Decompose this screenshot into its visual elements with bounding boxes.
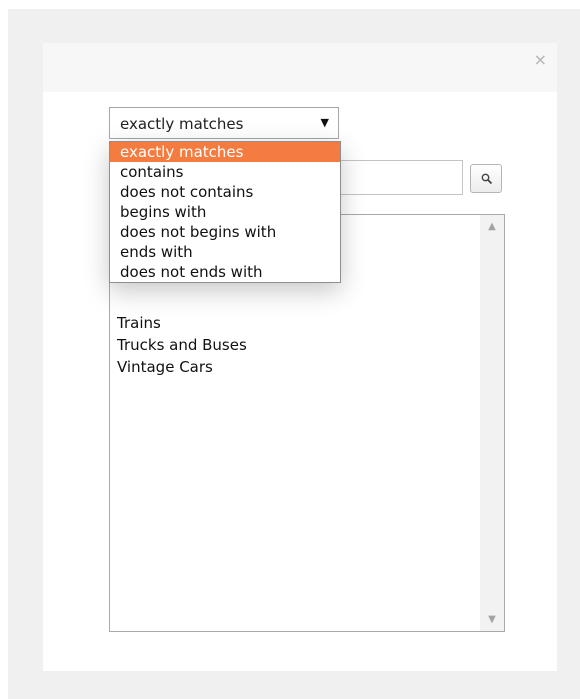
scroll-up-icon[interactable]: ▲	[480, 221, 504, 232]
filter-dialog: × exactly matches ▼ Trains Trucks and Bu…	[43, 43, 557, 671]
operator-dropdown-menu: exactly matches contains does not contai…	[109, 141, 341, 283]
operator-selected-value: exactly matches	[120, 115, 244, 133]
dropdown-option-does-not-ends-with[interactable]: does not ends with	[110, 262, 340, 282]
list-scrollbar[interactable]: ▲ ▼	[480, 215, 504, 631]
dropdown-option-exactly-matches[interactable]: exactly matches	[110, 142, 340, 162]
close-icon[interactable]: ×	[534, 52, 547, 68]
dropdown-option-begins-with[interactable]: begins with	[110, 202, 340, 222]
list-item[interactable]: Vintage Cars	[117, 356, 247, 378]
search-icon	[481, 173, 493, 185]
search-button[interactable]	[470, 164, 502, 193]
dropdown-option-contains[interactable]: contains	[110, 162, 340, 182]
list-item[interactable]: Trains	[117, 312, 247, 334]
dropdown-option-does-not-contains[interactable]: does not contains	[110, 182, 340, 202]
dropdown-option-does-not-begins-with[interactable]: does not begins with	[110, 222, 340, 242]
list-item[interactable]: Trucks and Buses	[117, 334, 247, 356]
dialog-header: ×	[43, 43, 557, 92]
dropdown-option-ends-with[interactable]: ends with	[110, 242, 340, 262]
scroll-down-icon[interactable]: ▼	[480, 614, 504, 625]
operator-select[interactable]: exactly matches ▼	[109, 107, 339, 139]
dropdown-arrow-icon: ▼	[320, 116, 329, 129]
